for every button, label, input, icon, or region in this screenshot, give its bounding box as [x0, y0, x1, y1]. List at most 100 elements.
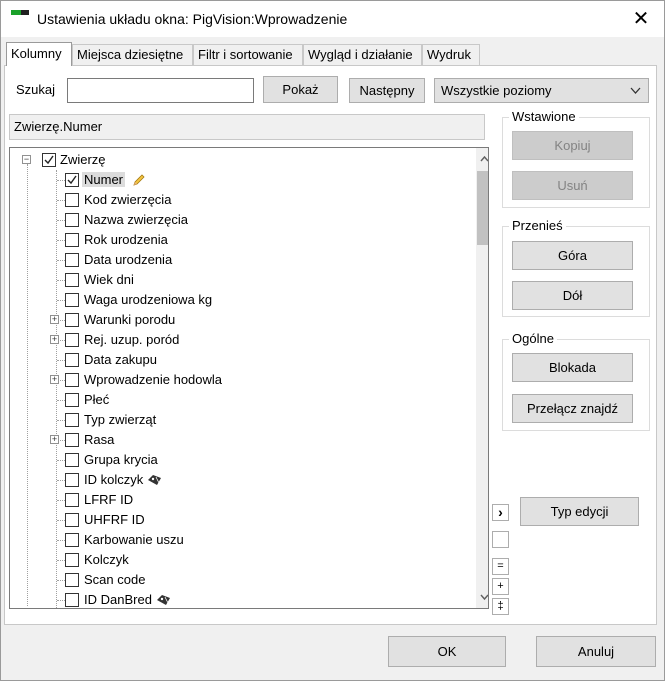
copy-button[interactable]: Kopiuj [512, 131, 633, 160]
scroll-down-icon[interactable] [476, 589, 488, 606]
tree-item[interactable]: + Warunki porodu [10, 309, 465, 329]
scroll-thumb[interactable] [477, 171, 488, 245]
tree-item-checkbox[interactable] [65, 433, 79, 447]
search-label: Szukaj [16, 82, 56, 97]
tab-decimal-places[interactable]: Miejsca dziesiętne [72, 44, 193, 65]
tree-guide-line [57, 360, 65, 361]
tree-item-label: Rasa [84, 432, 115, 447]
tree-item-checkbox[interactable] [65, 473, 79, 487]
tree-item[interactable]: Scan code [10, 569, 465, 589]
tree-guide-line [57, 180, 65, 181]
selected-path-field: Zwierzę.Numer [9, 114, 485, 140]
expand-icon[interactable]: + [50, 435, 59, 444]
tree-item-checkbox[interactable] [65, 233, 79, 247]
tree-item[interactable]: Kolczyk [10, 549, 465, 569]
tree-item-checkbox[interactable] [65, 373, 79, 387]
tree-item-checkbox[interactable] [65, 213, 79, 227]
lock-button[interactable]: Blokada [512, 353, 633, 382]
move-down-button[interactable]: Dół [512, 281, 633, 310]
expand-icon[interactable]: + [50, 335, 59, 344]
tree-item-label: Kolczyk [84, 552, 129, 567]
tree-item-checkbox[interactable] [65, 313, 79, 327]
expand-icon[interactable]: + [50, 375, 59, 384]
tree-item[interactable]: Typ zwierząt [10, 409, 465, 429]
expand-icon[interactable]: + [50, 315, 59, 324]
level-select[interactable]: Wszystkie poziomy [434, 78, 649, 103]
tree-item-label: Wiek dni [84, 272, 134, 287]
tree-scrollbar[interactable] [476, 148, 488, 608]
equal-button[interactable]: = [492, 558, 509, 575]
double-plus-button[interactable]: ‡ [492, 598, 509, 615]
tab-print[interactable]: Wydruk [422, 44, 480, 65]
tree-guide-line [57, 300, 65, 301]
tree-item-checkbox[interactable] [65, 453, 79, 467]
tree-item[interactable]: Rok urodzenia [10, 229, 465, 249]
next-button[interactable]: Następny [349, 78, 425, 103]
tree-item-label: Data urodzenia [84, 252, 173, 267]
tree-item-label: Płeć [84, 392, 110, 407]
tree-item-checkbox[interactable] [65, 573, 79, 587]
tree-item-label: Rej. uzup. poród [84, 332, 180, 347]
tree-item[interactable]: + Rej. uzup. poród [10, 329, 465, 349]
tree-item-checkbox[interactable] [65, 413, 79, 427]
close-icon[interactable]: ✕ [618, 1, 664, 37]
tree-item-label: ID DanBred [84, 592, 152, 607]
title-bar: Ustawienia układu okna: PigVision:Wprowa… [1, 1, 664, 37]
ok-button[interactable]: OK [388, 636, 506, 667]
plus-button[interactable]: + [492, 578, 509, 595]
tree-item-checkbox[interactable] [65, 533, 79, 547]
tree-item-label: Scan code [84, 572, 146, 587]
tab-columns[interactable]: Kolumny [6, 42, 72, 66]
tree-item[interactable]: Grupa krycia [10, 449, 465, 469]
toggle-find-button[interactable]: Przełącz znajdź [512, 394, 633, 423]
tree-item[interactable]: Data zakupu [10, 349, 465, 369]
column-tree[interactable]: − Zwierzę Numer Kod zwierzęcia Nazwa zwier… [9, 147, 489, 609]
tree-item-checkbox[interactable] [65, 333, 79, 347]
scroll-up-icon[interactable] [476, 150, 488, 167]
tree-item-checkbox[interactable] [65, 193, 79, 207]
tree-item[interactable]: Nazwa zwierzęcia [10, 209, 465, 229]
tree-item-checkbox[interactable] [65, 253, 79, 267]
tree-item[interactable]: Waga urodzeniowa kg [10, 289, 465, 309]
tree-item[interactable]: LFRF ID [10, 489, 465, 509]
cancel-button[interactable]: Anuluj [536, 636, 656, 667]
tree-item-checkbox[interactable] [65, 553, 79, 567]
search-input[interactable] [67, 78, 254, 103]
delete-button[interactable]: Usuń [512, 171, 633, 200]
tab-appearance[interactable]: Wygląd i działanie [303, 44, 422, 65]
tree-item[interactable]: Numer [10, 169, 465, 189]
tree-root-row[interactable]: − Zwierzę [10, 149, 465, 169]
edit-type-button[interactable]: Typ edycji [520, 497, 639, 526]
expand-right-icon[interactable]: › [492, 504, 509, 521]
tree-item[interactable]: + Rasa [10, 429, 465, 449]
tree-item-checkbox[interactable] [65, 173, 79, 187]
tree-item[interactable]: Kod zwierzęcia [10, 189, 465, 209]
tree-guide-line [57, 460, 65, 461]
tab-filter-sort[interactable]: Filtr i sortowanie [193, 44, 303, 65]
tree-item[interactable]: + Wprowadzenie hodowla [10, 369, 465, 389]
tree-guide-line [57, 540, 65, 541]
tree-item-checkbox[interactable] [65, 353, 79, 367]
tree-item[interactable]: Płeć [10, 389, 465, 409]
collapse-icon[interactable]: − [22, 155, 31, 164]
tree-root-checkbox[interactable] [42, 153, 56, 167]
window-title: Ustawienia układu okna: PigVision:Wprowa… [37, 11, 348, 27]
tree-item[interactable]: Data urodzenia [10, 249, 465, 269]
tree-item-checkbox[interactable] [65, 513, 79, 527]
move-up-button[interactable]: Góra [512, 241, 633, 270]
tree-item-checkbox[interactable] [65, 493, 79, 507]
blank-toggle-button[interactable] [492, 531, 509, 548]
tree-item[interactable]: Wiek dni [10, 269, 465, 289]
tree-item[interactable]: ID DanBred [10, 589, 465, 608]
tag-icon [156, 593, 172, 607]
tree-guide-line [57, 240, 65, 241]
tree-item-checkbox[interactable] [65, 273, 79, 287]
tree-item[interactable]: ID kolczyk [10, 469, 465, 489]
tree-item-checkbox[interactable] [65, 393, 79, 407]
tree-item-checkbox[interactable] [65, 593, 79, 607]
tree-item[interactable]: Karbowanie uszu [10, 529, 465, 549]
tree-item-checkbox[interactable] [65, 293, 79, 307]
show-button[interactable]: Pokaż [263, 76, 338, 103]
tree-item[interactable]: UHFRF ID [10, 509, 465, 529]
tree-guide-line [57, 520, 65, 521]
